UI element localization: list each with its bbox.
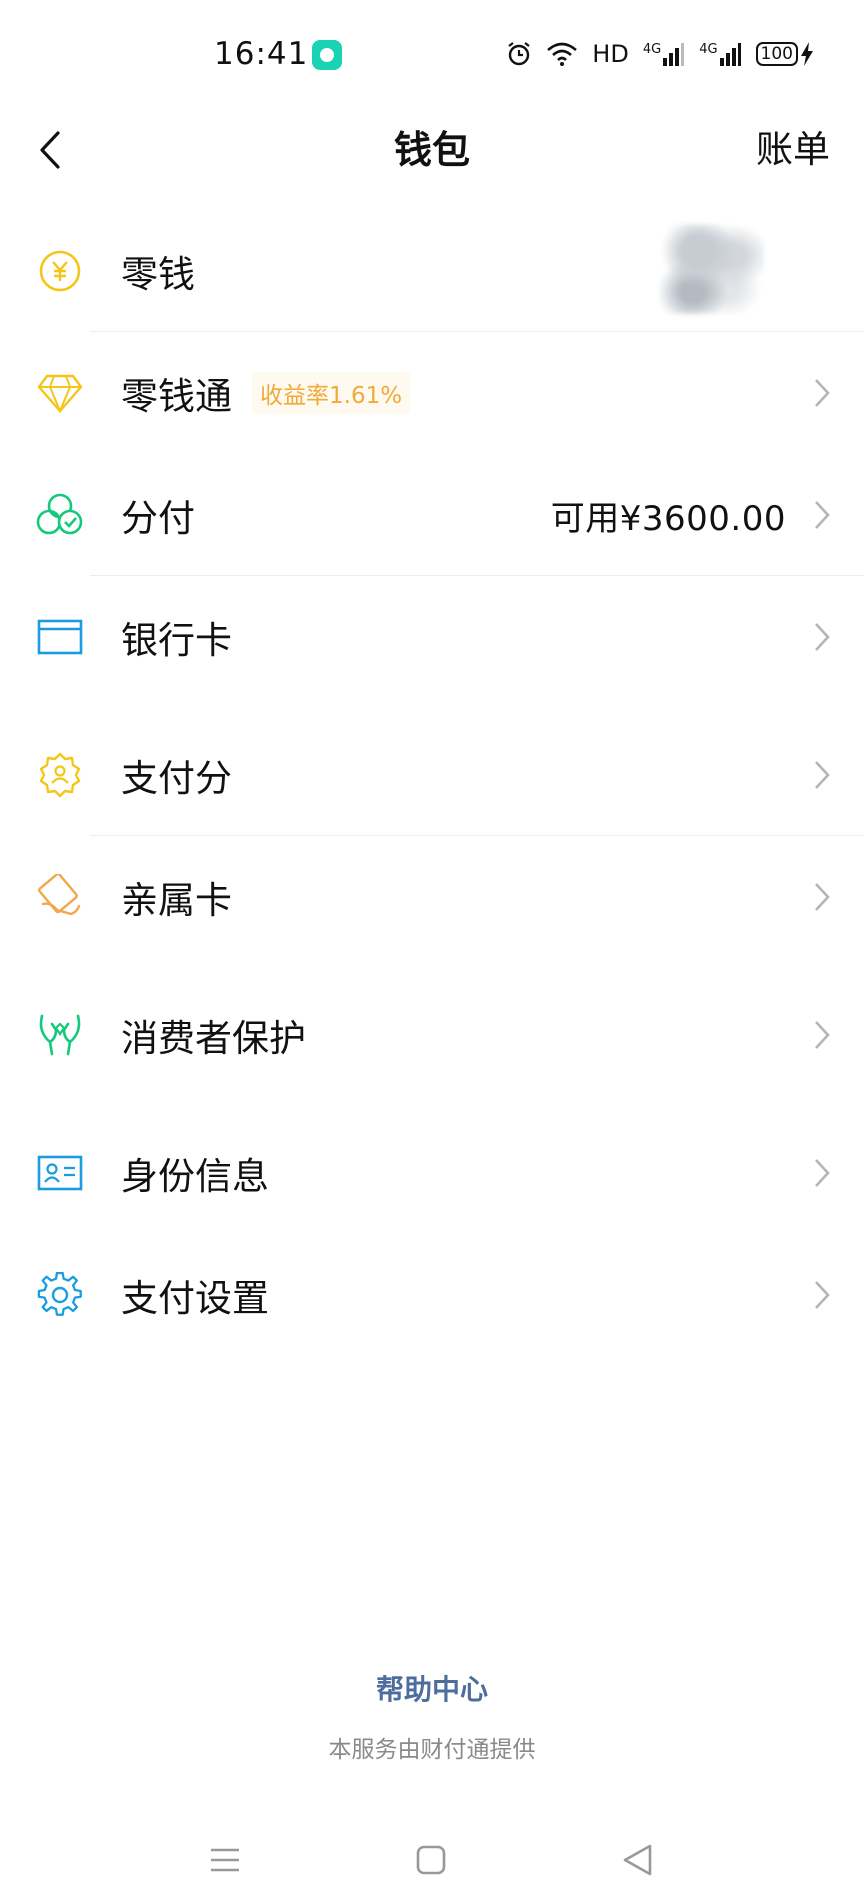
menu-item-pay-score[interactable]: 支付分 [0, 714, 864, 836]
chevron-right-icon [810, 373, 834, 413]
hd-indicator: HD [592, 40, 629, 68]
yuan-coin-icon [36, 247, 84, 295]
yield-rate-badge: 收益率1.61% [252, 372, 411, 414]
menu-item-label: 支付设置 [121, 1277, 269, 1320]
menu-item-label: 消费者保护 [121, 1017, 306, 1060]
menu-item-fenfu[interactable]: 分付 可用¥3600.00 [0, 454, 864, 576]
chevron-right-icon [810, 495, 834, 535]
bank-card-icon [36, 613, 84, 661]
battery-icon: 100 [755, 42, 814, 66]
signal-1-icon: 4G [643, 42, 685, 66]
menu-item-label: 支付分 [121, 757, 232, 800]
menu-nav-button[interactable] [200, 1840, 250, 1880]
menu-item-identity-info[interactable]: 身份信息 [0, 1112, 864, 1234]
available-credit: 可用¥3600.00 [550, 498, 786, 539]
help-center-link[interactable]: 帮助中心 [0, 1668, 864, 1708]
bill-button[interactable]: 账单 [756, 120, 830, 180]
protection-hands-icon [36, 1011, 84, 1059]
chevron-right-icon [810, 1015, 834, 1055]
chat-notification-icon [312, 40, 342, 70]
menu-item-label: 亲属卡 [121, 879, 232, 922]
menu-item-label: 零钱 [121, 253, 195, 296]
battery-level: 100 [755, 42, 798, 66]
nav-header: 钱包 账单 [0, 108, 864, 208]
balance-blurred [654, 224, 764, 314]
back-triangle-icon [623, 1844, 652, 1876]
chevron-right-icon [810, 617, 834, 657]
back-nav-button[interactable] [612, 1840, 662, 1880]
menu-item-consumer-protection[interactable]: 消费者保护 [0, 974, 864, 1096]
system-nav-bar [0, 1830, 864, 1890]
status-icons: HD 4G 4G 100 [506, 36, 814, 72]
network-type-label: 4G [642, 42, 662, 57]
alarm-icon [508, 42, 530, 66]
fenfu-circles-icon [36, 491, 84, 539]
chevron-right-icon [810, 1275, 834, 1315]
menu-item-label: 零钱通 [121, 375, 232, 418]
home-nav-button[interactable] [406, 1840, 456, 1880]
gear-icon [36, 1271, 84, 1319]
home-square-icon [416, 1845, 446, 1875]
id-card-icon [36, 1149, 84, 1197]
chevron-right-icon [810, 1153, 834, 1193]
menu-item-bank-card[interactable]: 银行卡 [0, 576, 864, 698]
wallet-menu-list: 零钱 零钱通 收益率1.61% 分付 可用¥3600.00 银行卡 支付分 亲属… [0, 210, 864, 1356]
menu-icon [211, 1848, 239, 1872]
pay-score-badge-icon [36, 751, 84, 799]
signal-2-icon: 4G [699, 42, 741, 66]
diamond-icon [36, 369, 84, 417]
wifi-icon [547, 42, 578, 66]
menu-item-payment-settings[interactable]: 支付设置 [0, 1234, 864, 1356]
menu-item-label: 银行卡 [121, 619, 232, 662]
menu-item-change[interactable]: 零钱 [0, 210, 864, 332]
charging-bolt-icon [801, 42, 813, 66]
menu-item-family-card[interactable]: 亲属卡 [0, 836, 864, 958]
menu-item-label: 身份信息 [121, 1155, 269, 1198]
status-time: 16:41 [214, 36, 309, 72]
chevron-right-icon [810, 877, 834, 917]
menu-item-lingqiantong[interactable]: 零钱通 收益率1.61% [0, 332, 864, 454]
status-bar: 16:41 HD 4G 4G 100 [0, 0, 864, 108]
menu-item-label: 分付 [121, 497, 195, 540]
chevron-right-icon [810, 755, 834, 795]
family-card-icon [36, 873, 84, 921]
service-provider-note: 本服务由财付通提供 [328, 1737, 536, 1763]
network-type-label: 4G [699, 42, 718, 57]
page-title: 钱包 [393, 128, 470, 172]
